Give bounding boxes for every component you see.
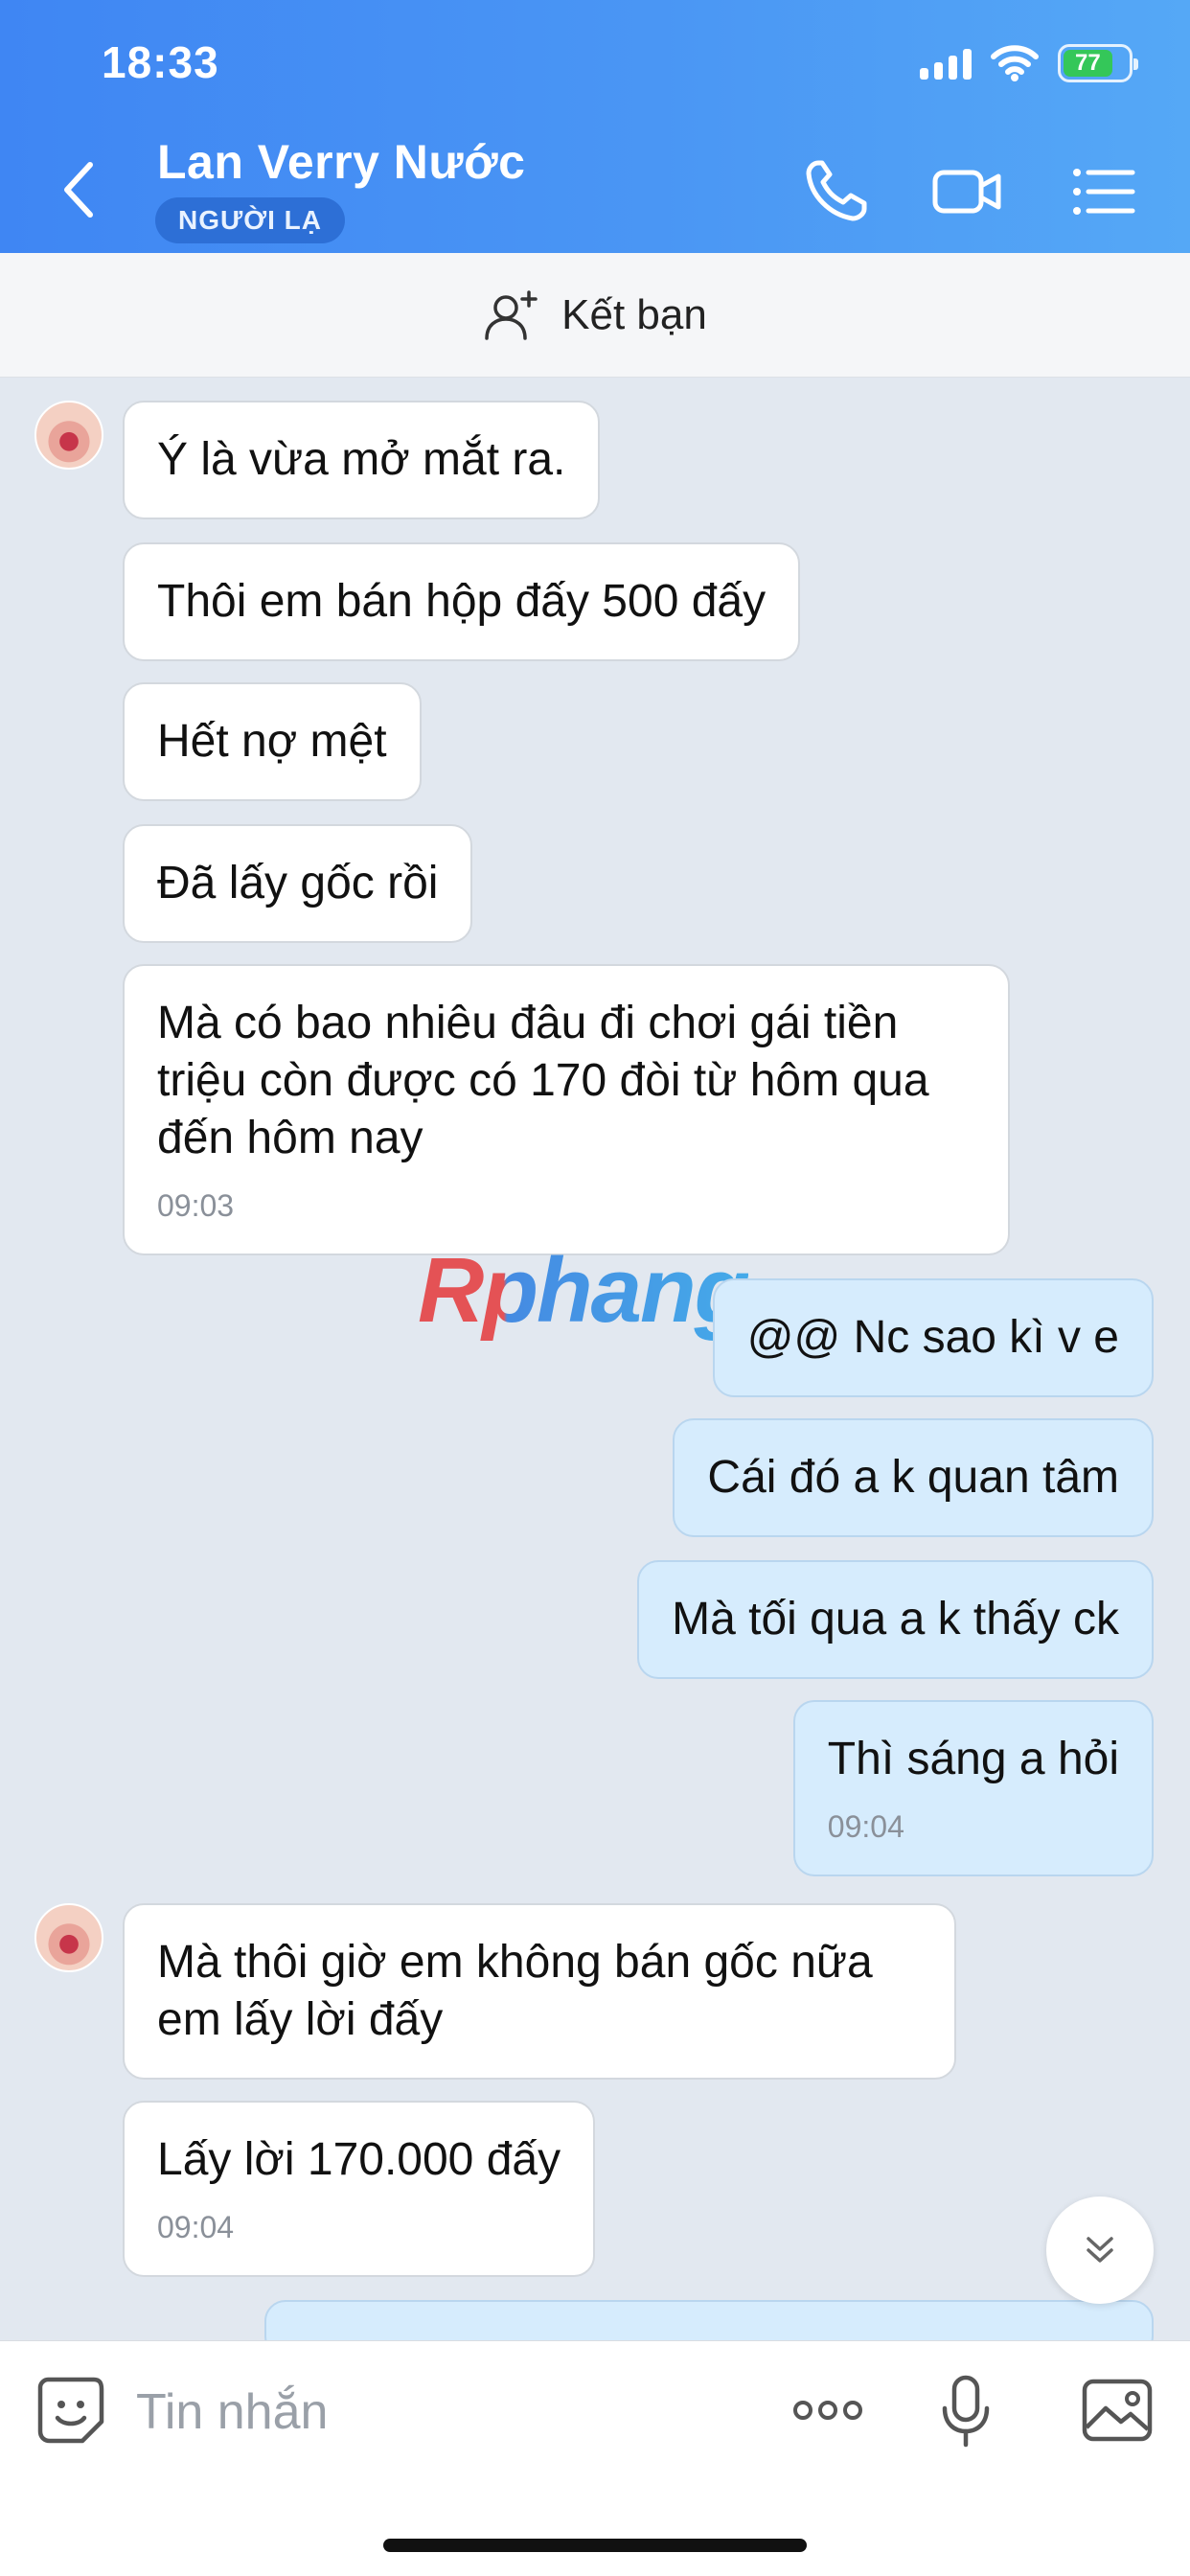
message-bubble[interactable]: Thôi em bán hộp đấy 500 đấy	[123, 542, 801, 661]
message-time: 09:04	[157, 2210, 235, 2244]
contact-name[interactable]: Lan Verry Nước	[157, 134, 525, 190]
battery-level: 77	[1064, 50, 1112, 77]
status-time: 18:33	[102, 37, 219, 87]
video-call-icon[interactable]	[929, 153, 1006, 230]
watermark-logo: Rphang	[418, 1239, 750, 1342]
add-friend-bar[interactable]: Kết bạn	[0, 253, 1190, 378]
message-text: Lấy lời 170.000 đấy	[157, 2134, 561, 2185]
message-text: Ý là vừa mở mắt ra.	[157, 434, 566, 485]
message-bubble[interactable]: Lấy lời 170.000 đấy 09:04	[123, 2101, 596, 2277]
phone-icon[interactable]	[797, 153, 874, 230]
sticker-icon[interactable]	[31, 2370, 111, 2450]
message-bubble-own[interactable]: Thì sáng a hỏi 09:04	[792, 1700, 1154, 1876]
message-line: em lấy lời đấy	[157, 1994, 444, 2045]
message-text: Hết nợ mệt	[157, 716, 387, 767]
message-text: @@ Nc sao kì v e	[746, 1312, 1119, 1363]
more-dots-icon[interactable]	[788, 2370, 868, 2450]
double-chevron-down-icon	[1087, 2237, 1113, 2263]
message-line: triệu còn được có 170 đòi từ hôm qua	[157, 1055, 929, 1106]
status-indicators: 77	[920, 42, 1138, 84]
stranger-badge: NGƯỜI LẠ	[155, 197, 345, 243]
message-input[interactable]: Tin nhắn	[136, 2383, 328, 2441]
message-bubble-own[interactable]: Mà tối qua a k thấy ck	[637, 1560, 1154, 1679]
message-composer: Tin nhắn	[0, 2340, 1190, 2576]
message-bubble[interactable]: Hết nợ mệt	[123, 682, 422, 801]
add-user-icon	[485, 289, 538, 340]
add-friend-label: Kết bạn	[561, 290, 707, 338]
message-bubble-own[interactable]: @@ Nc sao kì v e	[712, 1278, 1154, 1397]
message-text: Mà tối qua a k thấy ck	[672, 1594, 1119, 1644]
message-text: Cái đó a k quan tâm	[707, 1452, 1119, 1503]
message-line: Mà có bao nhiêu đâu đi chơi gái tiền	[157, 998, 899, 1048]
message-text: Thôi em bán hộp đấy 500 đấy	[157, 576, 767, 627]
battery-icon: 77	[1058, 44, 1138, 82]
message-line: Mà thôi giờ em không bán gốc nữa	[157, 1937, 873, 1988]
message-bubble[interactable]: Ý là vừa mở mắt ra.	[123, 401, 601, 519]
message-bubble[interactable]: Mà có bao nhiêu đâu đi chơi gái tiền tri…	[123, 964, 1010, 1255]
message-time: 09:04	[827, 1809, 904, 1844]
chat-header: 18:33 77 Lan Verry Nước NGƯỜI LẠ	[0, 0, 1190, 253]
menu-list-icon[interactable]	[1065, 153, 1142, 230]
message-text: Thì sáng a hỏi	[827, 1734, 1119, 1784]
image-icon[interactable]	[1077, 2370, 1157, 2450]
back-chevron-icon[interactable]	[50, 153, 107, 226]
message-time: 09:03	[157, 1188, 235, 1223]
message-text: Đã lấy gốc rồi	[157, 858, 439, 908]
scroll-to-bottom-button[interactable]	[1046, 2196, 1154, 2304]
message-bubble[interactable]: Mà thôi giờ em không bán gốc nữa em lấy …	[123, 1903, 956, 2080]
wifi-icon	[991, 45, 1039, 81]
cellular-signal-icon	[920, 47, 972, 80]
home-indicator	[383, 2539, 807, 2552]
avatar[interactable]	[34, 1903, 103, 1972]
message-bubble[interactable]: Đã lấy gốc rồi	[123, 824, 473, 943]
message-line: đến hôm nay	[157, 1113, 423, 1163]
microphone-icon[interactable]	[926, 2370, 1006, 2450]
message-bubble-own[interactable]: Cái đó a k quan tâm	[673, 1418, 1154, 1537]
avatar[interactable]	[34, 401, 103, 470]
